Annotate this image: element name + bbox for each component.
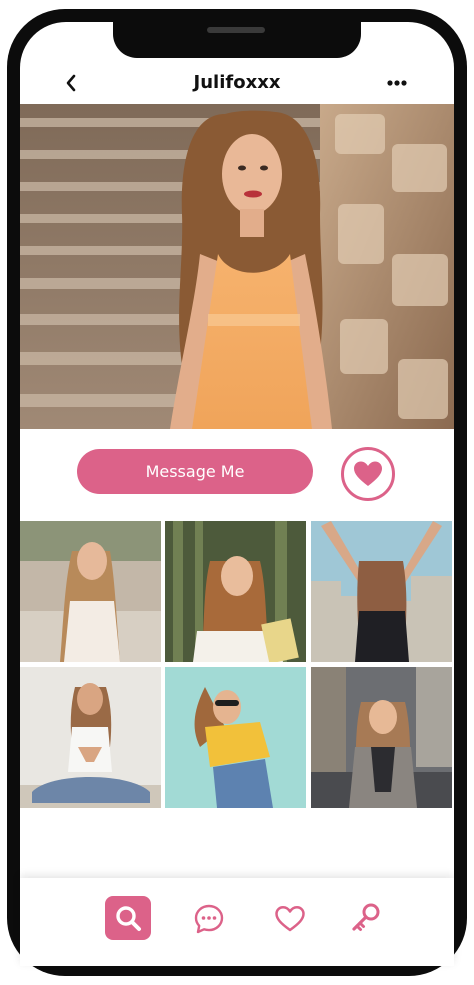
profile-header: Julifoxxx bbox=[20, 62, 454, 104]
notch bbox=[113, 9, 361, 58]
gallery-photo-3[interactable] bbox=[311, 521, 452, 662]
gallery-photo-2[interactable] bbox=[165, 521, 306, 662]
more-horizontal-icon bbox=[387, 80, 407, 86]
more-options-button[interactable] bbox=[382, 74, 412, 92]
gallery-photo-1[interactable] bbox=[20, 521, 161, 662]
chevron-left-icon bbox=[66, 74, 76, 92]
bottom-tab-bar bbox=[20, 878, 454, 966]
back-button[interactable] bbox=[60, 70, 84, 96]
tab-search[interactable] bbox=[105, 896, 151, 940]
profile-main-photo[interactable] bbox=[20, 104, 454, 429]
heart-icon bbox=[354, 461, 382, 486]
tab-favorites[interactable] bbox=[271, 900, 309, 938]
chat-icon bbox=[194, 904, 224, 934]
tab-access[interactable] bbox=[346, 898, 386, 938]
tab-messages[interactable] bbox=[190, 900, 228, 938]
gallery-photo-5[interactable] bbox=[165, 667, 306, 808]
search-icon bbox=[116, 906, 141, 931]
gallery-photo-4[interactable] bbox=[20, 667, 161, 808]
speaker-grille bbox=[207, 27, 265, 33]
key-icon bbox=[352, 903, 380, 931]
like-button[interactable] bbox=[341, 447, 395, 501]
message-me-label: Message Me bbox=[145, 462, 245, 481]
message-me-button[interactable]: Message Me bbox=[77, 449, 313, 494]
heart-icon bbox=[275, 905, 305, 932]
gallery-photo-6[interactable] bbox=[311, 667, 452, 808]
